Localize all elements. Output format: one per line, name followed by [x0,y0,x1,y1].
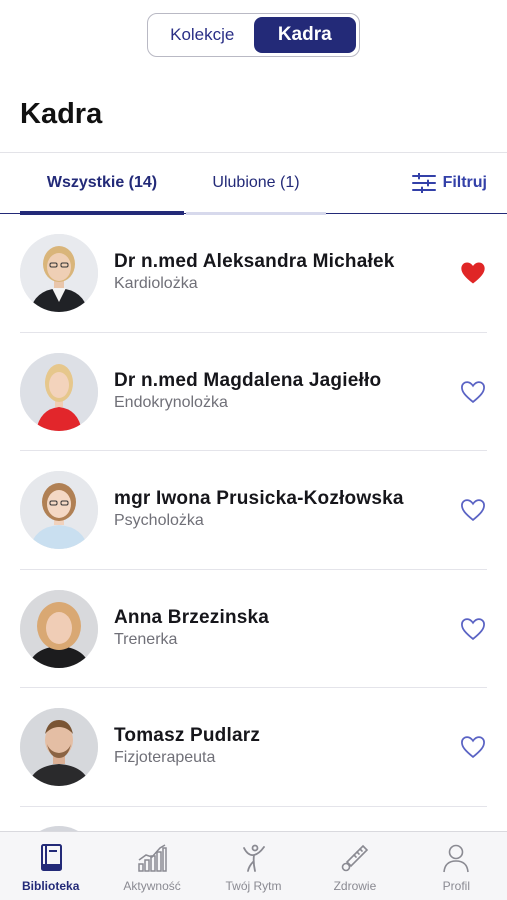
staff-row[interactable]: Tomasz Pudlarz Fizjoterapeuta [20,688,487,807]
tab-all[interactable]: Wszystkie (14) [20,153,184,215]
heart-outline-icon[interactable] [459,733,487,761]
segment-staff[interactable]: Kadra [253,17,356,53]
view-segmented-control: Kolekcje Kadra [147,13,360,57]
staff-role: Fizjoterapeuta [114,749,216,766]
nav-health[interactable]: Zdrowie [304,832,405,900]
avatar [20,234,98,312]
nav-label: Aktywność [123,879,181,893]
heart-filled-icon[interactable] [459,259,487,287]
staff-role: Endokrynolożka [114,393,228,411]
avatar [20,471,98,549]
staff-role: Kardiolożka [114,275,198,292]
nav-label: Biblioteka [22,879,80,893]
heart-outline-icon[interactable] [459,496,487,524]
staff-role: Psycholożka [114,512,204,529]
nav-label: Zdrowie [333,879,377,893]
activity-chart-icon [136,842,168,874]
thermometer-icon [339,842,371,874]
bottom-tab-bar: Biblioteka Aktywność Twój Rytm Zdrowie P… [0,831,507,900]
rhythm-figure-icon [238,842,270,874]
nav-profile[interactable]: Profil [406,832,507,900]
staff-row[interactable]: Anna Brzezinska Trenerka [20,570,487,688]
staff-name: Dr n.med Magdalena Jagiełło [114,369,382,391]
staff-name: mgr Iwona Prusicka-Kozłowska [114,488,404,509]
tab-bar: Wszystkie (14) Ulubione (1) Filtruj [0,152,507,215]
staff-name: Anna Brzezinska [114,606,270,628]
staff-role: Trenerka [114,630,178,648]
staff-list: Dr n.med Aleksandra Michałek Kardiolożka… [0,214,507,807]
page-title: Kadra [20,98,103,130]
heart-outline-icon[interactable] [459,378,487,406]
staff-row[interactable]: Dr n.med Magdalena Jagiełło Endokrynoloż… [20,333,487,451]
book-icon [35,842,67,874]
nav-library[interactable]: Biblioteka [0,832,101,900]
staff-row[interactable]: Dr n.med Aleksandra Michałek Kardiolożka [20,214,487,333]
staff-name: Dr n.med Aleksandra Michałek [114,251,395,272]
filter-sliders-icon [411,173,436,193]
heart-outline-icon[interactable] [459,615,487,643]
avatar [20,352,98,431]
nav-label: Twój Rytm [225,879,282,893]
avatar [20,708,98,786]
filter-button[interactable]: Filtruj [411,153,487,213]
segment-collections[interactable]: Kolekcje [151,17,254,53]
staff-name: Tomasz Pudlarz [114,725,261,746]
avatar [20,589,98,668]
nav-activity[interactable]: Aktywność [101,832,202,900]
nav-label: Profil [442,879,470,893]
tab-favorites[interactable]: Ulubione (1) [186,153,326,215]
staff-row[interactable]: mgr Iwona Prusicka-Kozłowska Psycholożka [20,451,487,570]
person-icon [440,842,472,874]
nav-rhythm[interactable]: Twój Rytm [203,832,304,900]
filter-label: Filtruj [442,174,487,191]
